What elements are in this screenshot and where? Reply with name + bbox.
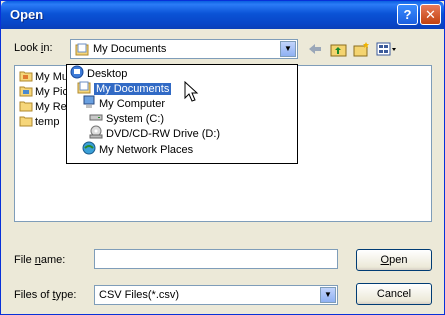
folder-icon — [19, 115, 33, 130]
look-in-label: Look in: — [14, 42, 53, 54]
up-folder-icon[interactable] — [330, 41, 347, 57]
drive-icon — [89, 112, 103, 125]
look-in-combobox[interactable]: My Documents ▼ — [70, 39, 298, 59]
close-button[interactable]: ✕ — [420, 4, 441, 25]
dropdown-item-desktop[interactable]: Desktop — [70, 65, 127, 82]
dropdown-item-my-computer[interactable]: My Computer — [82, 95, 165, 112]
desktop-icon — [70, 65, 84, 82]
look-in-value: My Documents — [93, 43, 167, 55]
cancel-button[interactable]: Cancel — [356, 283, 432, 305]
file-name-label: File name: — [14, 254, 66, 266]
folder-icon — [19, 100, 33, 115]
list-item[interactable]: temp — [19, 115, 59, 129]
window-title: Open — [10, 7, 44, 22]
dvd-drive-icon — [89, 125, 103, 142]
folder-icon — [19, 85, 33, 100]
help-button[interactable]: ? — [397, 4, 418, 25]
list-item[interactable]: My Mu — [19, 70, 68, 84]
dropdown-item-dvd-drive[interactable]: DVD/CD-RW Drive (D:) — [89, 125, 220, 142]
back-icon[interactable] — [307, 41, 324, 57]
network-places-icon — [82, 141, 96, 158]
open-dialog: Open ? ✕ Look in: My Documents ▼ My Mu M… — [0, 0, 445, 315]
file-name-input[interactable] — [94, 249, 338, 269]
files-of-type-label: Files of type: — [14, 289, 77, 301]
dropdown-item-my-network-places[interactable]: My Network Places — [82, 141, 193, 158]
new-folder-icon[interactable] — [353, 41, 370, 57]
look-in-dropdown-button[interactable]: ▼ — [280, 41, 296, 57]
my-computer-icon — [82, 95, 96, 112]
title-bar[interactable]: Open ? ✕ — [1, 1, 444, 29]
files-of-type-value: CSV Files(*.csv) — [99, 289, 180, 301]
my-documents-icon — [75, 43, 89, 59]
list-item[interactable]: My Re — [19, 100, 67, 114]
list-item[interactable]: My Pic — [19, 85, 68, 99]
dropdown-item-my-documents[interactable]: My Documents — [77, 81, 172, 96]
files-of-type-dropdown-button[interactable]: ▼ — [320, 287, 336, 303]
look-in-dropdown-list[interactable]: Desktop My Documents My Computer System … — [66, 64, 298, 164]
toolbar — [307, 41, 398, 57]
folder-icon — [19, 70, 33, 85]
dropdown-item-system-c[interactable]: System (C:) — [89, 111, 164, 126]
mouse-cursor-icon — [184, 81, 199, 102]
files-of-type-select[interactable]: CSV Files(*.csv) ▼ — [94, 285, 338, 305]
views-menu-icon[interactable] — [376, 41, 398, 57]
open-button[interactable]: Open — [356, 249, 432, 271]
